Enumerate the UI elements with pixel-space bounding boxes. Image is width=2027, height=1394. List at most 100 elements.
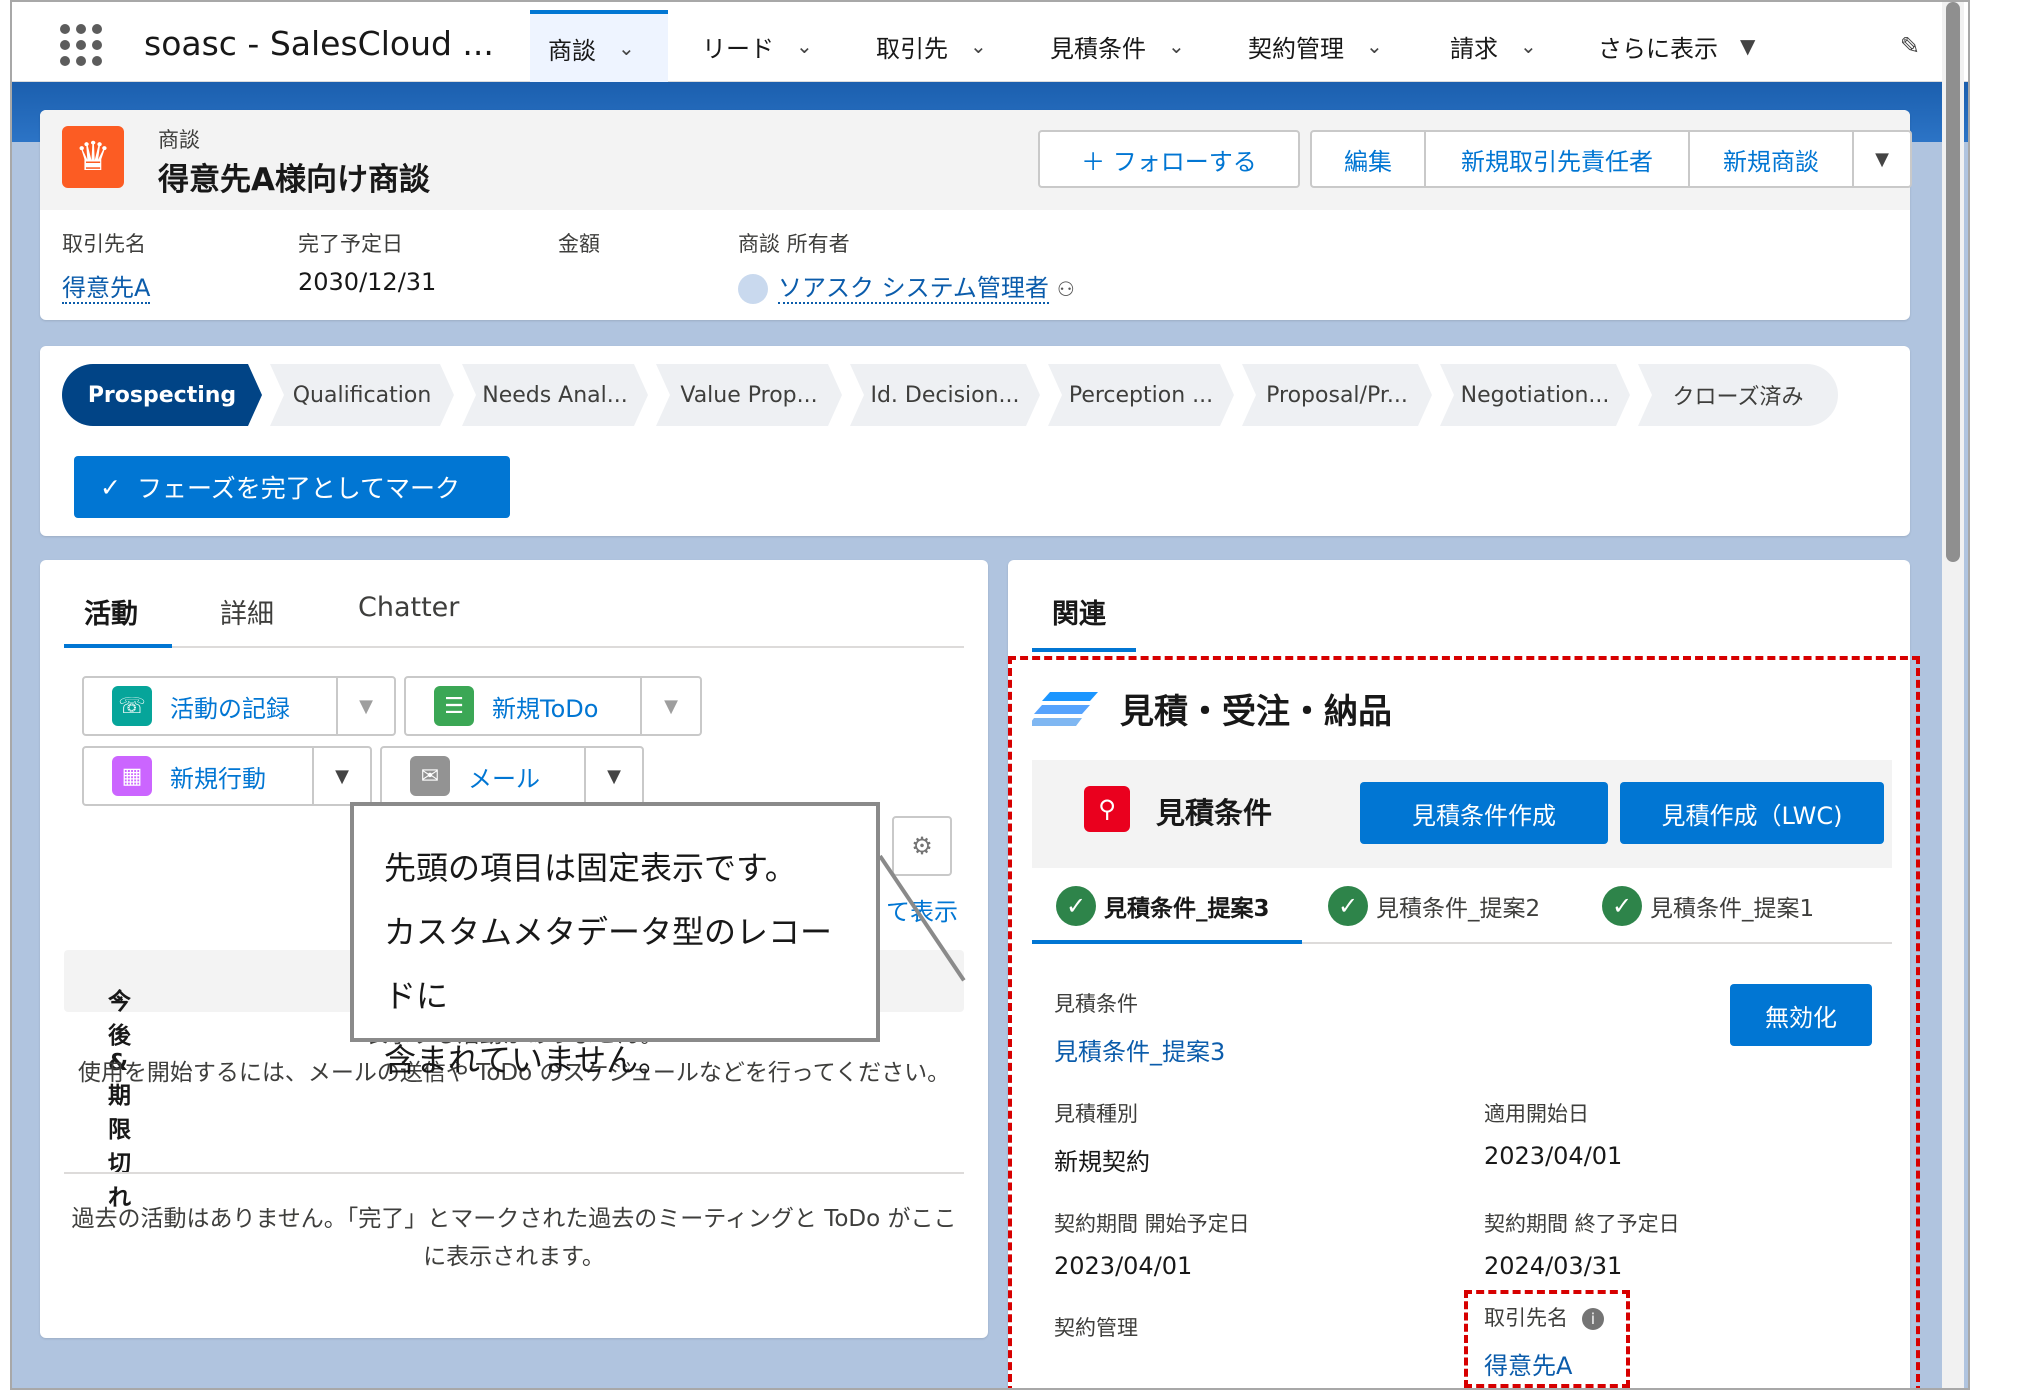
nav-item-lead[interactable]: リード ⌄	[684, 10, 831, 82]
stage-id-decision[interactable]: Id. Decision...	[850, 364, 1040, 426]
field-effective-start: 適用開始日 2023/04/01	[1484, 1098, 1622, 1170]
new-opportunity-button[interactable]: 新規商談	[1690, 132, 1854, 186]
chevron-down-icon[interactable]: ⌄	[1366, 34, 1383, 58]
nav-item-more[interactable]: さらに表示 ▼	[1580, 10, 1773, 82]
vertical-scrollbar[interactable]	[1942, 2, 1964, 1388]
button-label: 活動の記録	[170, 694, 290, 723]
object-label: 商談	[158, 128, 200, 152]
disable-button[interactable]: 無効化	[1730, 984, 1872, 1046]
section-title: 見積・受注・納品	[1120, 692, 1392, 732]
app-launcher-icon[interactable]	[60, 24, 102, 66]
change-owner-icon[interactable]: ⚇	[1057, 277, 1075, 301]
nav-label: リード	[702, 34, 774, 63]
field-value: 2023/04/01	[1054, 1252, 1193, 1280]
mark-stage-complete-button[interactable]: ✓ フェーズを完了としてマーク	[74, 456, 510, 518]
owner-avatar-icon	[738, 274, 768, 304]
new-task-button[interactable]: ☰ 新規ToDo	[406, 678, 642, 734]
field-label: 商談 所有者	[738, 232, 850, 256]
follow-button[interactable]: ＋ フォローする	[1038, 130, 1300, 188]
button-label: メール	[468, 764, 540, 793]
create-quote-condition-button[interactable]: 見積条件作成	[1360, 782, 1608, 844]
log-call-button-group: ☏ 活動の記録 ▼	[82, 676, 396, 736]
callout-line: カスタムメタデータ型のレコードに	[384, 913, 833, 1015]
chevron-down-icon[interactable]: ⌄	[796, 34, 813, 58]
subsection-title: 見積条件	[1156, 796, 1273, 830]
active-subtab-indicator	[1032, 940, 1302, 944]
tab-details[interactable]: 詳細	[220, 592, 274, 631]
quote-condition-section: ⚲ 見積条件 見積条件作成 見積作成（LWC)	[1032, 760, 1892, 868]
create-quote-lwc-button[interactable]: 見積作成（LWC)	[1620, 782, 1884, 844]
caret-down-icon[interactable]: ▼	[314, 748, 370, 804]
related-card: 関連 見積・受注・納品 ⚲ 見積条件 見積条件作成 見積作成（LWC) ✓ 見積条…	[1008, 560, 1920, 1388]
chevron-down-icon[interactable]: ⌄	[1168, 34, 1185, 58]
tab-label: 見積条件_提案3	[1104, 896, 1270, 922]
global-nav: soasc - SalesCloud ... 商談 ⌄ リード ⌄ 取引先 ⌄ 見積条…	[12, 2, 1968, 82]
field-account-name: 取引先名 得意先A	[62, 228, 151, 304]
stage-proposal[interactable]: Proposal/Pr...	[1242, 364, 1432, 426]
highlights-fields: 取引先名 得意先A 完了予定日 2030/12/31 金額 商談 所有者 ソアス…	[40, 210, 1910, 320]
owner-link[interactable]: ソアスク システム管理者	[778, 274, 1049, 304]
field-close-date: 完了予定日 2030/12/31	[298, 228, 436, 296]
new-event-button[interactable]: ▦ 新規行動	[84, 748, 314, 804]
new-task-button-group: ☰ 新規ToDo ▼	[404, 676, 702, 736]
chevron-down-icon[interactable]: ⌄	[1520, 34, 1537, 58]
nav-item-quote-condition[interactable]: 見積条件 ⌄	[1032, 10, 1203, 82]
callout-line: 先頭の項目は固定表示です。	[384, 849, 797, 887]
annotation-callout: 先頭の項目は固定表示です。 カスタムメタデータ型のレコードに 含まれていません。	[350, 802, 880, 1079]
stage-value-prop[interactable]: Value Prop...	[656, 364, 842, 426]
tab-proposal-1[interactable]: ✓ 見積条件_提案1	[1602, 886, 1814, 926]
stage-negotiation[interactable]: Negotiation...	[1440, 364, 1630, 426]
field-label: 取引先名	[62, 232, 146, 256]
crown-icon: ♛	[62, 126, 124, 188]
nav-item-opportunity[interactable]: 商談 ⌄	[530, 10, 668, 82]
field-contract-mgmt: 契約管理	[1054, 1312, 1138, 1342]
stage-closed[interactable]: クローズ済み	[1638, 364, 1838, 426]
field-label: 契約期間 開始予定日	[1054, 1212, 1250, 1236]
stripes-logo-icon	[1032, 692, 1098, 726]
pencil-icon[interactable]: ✎	[1900, 32, 1920, 60]
field-label: 完了予定日	[298, 232, 403, 256]
stamp-icon: ⚲	[1084, 786, 1130, 832]
new-contact-button[interactable]: 新規取引先責任者	[1426, 132, 1690, 186]
email-button[interactable]: ✉ メール	[382, 748, 586, 804]
action-button-group: 編集 新規取引先責任者 新規商談 ▼	[1310, 130, 1912, 188]
button-label: 新規ToDo	[492, 694, 599, 723]
nav-item-billing[interactable]: 請求 ⌄	[1432, 10, 1555, 82]
nav-label: さらに表示	[1598, 34, 1718, 63]
field-label: 金額	[558, 232, 600, 256]
gear-icon[interactable]: ⚙	[892, 816, 952, 876]
tab-label: 見積条件_提案1	[1650, 896, 1815, 922]
stage-needs-analysis[interactable]: Needs Anal...	[462, 364, 648, 426]
activity-tabs: 活動 詳細 Chatter	[64, 578, 964, 648]
field-quote-type: 見積種別 新規契約	[1054, 1098, 1150, 1177]
tab-activity[interactable]: 活動	[84, 592, 138, 631]
nav-item-contract[interactable]: 契約管理 ⌄	[1230, 10, 1401, 82]
record-header-top: ♛ 商談 得意先A様向け商談 ＋ フォローする 編集 新規取引先責任者 新規商談…	[40, 110, 1912, 210]
stage-qualification[interactable]: Qualification	[270, 364, 454, 426]
chevron-down-icon[interactable]: ⌄	[970, 34, 987, 58]
nav-label: 契約管理	[1248, 34, 1344, 63]
caret-down-icon[interactable]: ▼	[586, 748, 642, 804]
tab-related[interactable]: 関連	[1052, 592, 1106, 631]
chevron-down-icon[interactable]: ⌄	[618, 36, 635, 60]
stage-prospecting[interactable]: Prospecting	[62, 364, 262, 426]
callout-line: 含まれていません。	[384, 1041, 671, 1079]
log-call-button[interactable]: ☏ 活動の記録	[84, 678, 338, 734]
tab-proposal-2[interactable]: ✓ 見積条件_提案2	[1328, 886, 1540, 926]
tab-proposal-3[interactable]: ✓ 見積条件_提案3	[1056, 886, 1270, 926]
more-actions-caret-icon[interactable]: ▼	[1854, 132, 1910, 186]
edit-button[interactable]: 編集	[1312, 132, 1426, 186]
nav-item-account[interactable]: 取引先 ⌄	[858, 10, 1005, 82]
active-tab-indicator	[1032, 648, 1136, 652]
caret-down-icon[interactable]: ▼	[1740, 34, 1755, 58]
field-value: 新規契約	[1054, 1148, 1150, 1176]
stage-perception[interactable]: Perception ...	[1048, 364, 1234, 426]
tab-chatter[interactable]: Chatter	[358, 592, 459, 623]
field-label: 契約管理	[1054, 1316, 1138, 1340]
quote-condition-link[interactable]: 見積条件_提案3	[1054, 1032, 1225, 1067]
account-link[interactable]: 得意先A	[62, 274, 151, 304]
proposal-tabs: ✓ 見積条件_提案3 ✓ 見積条件_提案2 ✓ 見積条件_提案1	[1032, 870, 1892, 944]
caret-down-icon[interactable]: ▼	[338, 678, 394, 734]
scrollbar-thumb[interactable]	[1946, 2, 1960, 562]
caret-down-icon[interactable]: ▼	[642, 678, 700, 734]
